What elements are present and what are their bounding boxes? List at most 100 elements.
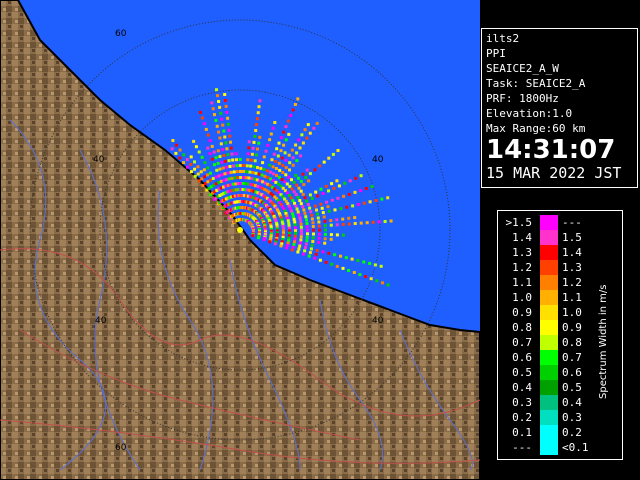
echo-cell — [335, 264, 339, 268]
echo-cell — [314, 252, 318, 256]
echo-cell — [245, 164, 249, 168]
echo-cell — [299, 154, 303, 158]
echo-cell — [308, 206, 312, 210]
legend-high-value: <0.1 — [562, 441, 589, 454]
echo-cell — [250, 152, 254, 156]
echo-cell — [210, 101, 214, 105]
echo-cell — [293, 103, 297, 106]
echo-cell — [318, 228, 321, 232]
echo-cell — [210, 157, 214, 161]
echo-cell — [300, 232, 303, 236]
echo-cell — [261, 161, 265, 165]
echo-cell — [197, 150, 201, 154]
echo-cell — [189, 162, 193, 166]
echo-cell — [182, 161, 186, 165]
legend-low-value: 0.2 — [512, 411, 532, 424]
legend-row: 1.3 1.4 — [498, 245, 598, 260]
echo-cell — [326, 205, 330, 209]
echo-cell — [271, 126, 275, 130]
echo-cell — [299, 225, 303, 229]
echo-cell — [269, 132, 273, 136]
echo-cell — [275, 174, 278, 177]
echo-cell — [290, 187, 294, 191]
legend-swatch — [540, 245, 558, 260]
legend-row: 1.1 1.2 — [498, 275, 598, 290]
echo-cell — [307, 179, 311, 183]
echo-cell — [295, 207, 299, 211]
echo-cell — [209, 178, 213, 182]
echo-cell — [258, 99, 262, 103]
echo-cell — [309, 247, 313, 251]
echo-cell — [269, 177, 273, 181]
echo-cell — [389, 219, 393, 223]
echo-cell — [290, 178, 293, 182]
echo-cell — [314, 190, 318, 194]
legend-swatch — [540, 230, 558, 245]
echo-cell — [208, 152, 212, 156]
echo-cell — [284, 138, 288, 142]
echo-cell — [291, 245, 295, 249]
legend-row: 0.6 0.7 — [498, 350, 598, 365]
echo-cell — [313, 256, 317, 260]
task-name: Task: SEAICE2_A — [486, 77, 586, 90]
echo-cell — [277, 141, 281, 145]
legend-low-value: 0.1 — [512, 426, 532, 439]
echo-cell — [297, 176, 300, 180]
echo-cell — [279, 136, 283, 140]
echo-cell — [321, 250, 325, 254]
echo-cell — [170, 147, 174, 151]
legend-swatch — [540, 275, 558, 290]
echo-cell — [315, 208, 318, 212]
echo-cell — [280, 156, 284, 160]
echo-cell — [292, 190, 296, 194]
echo-cell — [291, 156, 295, 160]
echo-cell — [359, 174, 363, 178]
echo-cell — [310, 243, 314, 247]
echo-cell — [291, 163, 295, 167]
echo-cell — [296, 97, 300, 101]
echo-cell — [308, 251, 312, 255]
echo-cell — [316, 216, 320, 220]
legend-row: 1.0 1.1 — [498, 290, 598, 305]
echo-cell — [209, 171, 212, 175]
echo-cell — [335, 223, 339, 227]
echo-cell — [305, 222, 309, 225]
echo-cell — [218, 105, 222, 109]
echo-cell — [211, 177, 215, 180]
range-label: 60 — [115, 443, 127, 453]
echo-cell — [317, 236, 321, 240]
echo-cell — [313, 204, 317, 208]
echo-cell — [171, 139, 175, 142]
legend-row: 0.8 0.9 — [498, 320, 598, 335]
echo-cell — [239, 176, 243, 179]
echo-cell — [310, 213, 314, 217]
echo-cell — [175, 143, 178, 147]
echo-cell — [297, 186, 301, 190]
echo-cell — [196, 165, 200, 169]
legend-high-value: 0.7 — [562, 351, 582, 364]
echo-cell — [299, 219, 303, 223]
echo-cell — [206, 180, 210, 184]
echo-cell — [257, 141, 261, 145]
echo-cell — [194, 145, 198, 149]
echo-cell — [233, 176, 237, 180]
echo-cell — [226, 122, 230, 126]
echo-cell — [226, 153, 230, 157]
echo-cell — [317, 220, 321, 224]
echo-cell — [308, 193, 312, 197]
echo-cell — [222, 154, 226, 157]
echo-cell — [365, 221, 369, 225]
echo-cell — [277, 175, 281, 179]
echo-cell — [299, 189, 303, 193]
echo-cell — [299, 238, 303, 242]
echo-cell — [258, 179, 262, 183]
echo-cell — [185, 158, 189, 162]
echo-cell — [266, 143, 270, 147]
echo-cell — [251, 146, 255, 150]
echo-cell — [272, 172, 275, 176]
echo-cell — [284, 158, 288, 162]
echo-cell — [216, 161, 220, 165]
echo-cell — [308, 131, 312, 135]
echo-cell — [301, 192, 305, 196]
echo-cell — [351, 204, 355, 208]
